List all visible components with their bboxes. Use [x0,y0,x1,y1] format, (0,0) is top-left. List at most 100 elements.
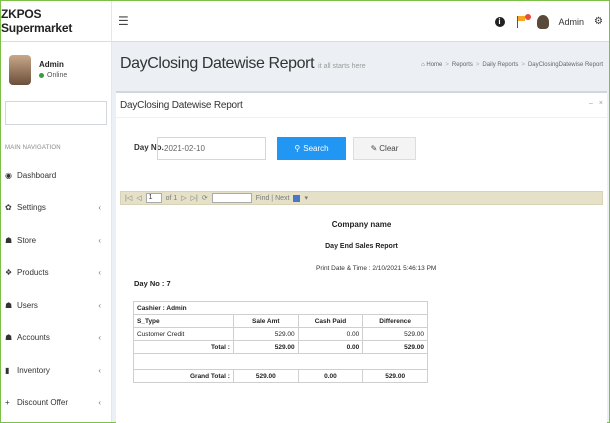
user-avatar-icon[interactable] [536,14,549,29]
sidebar-search-input[interactable] [5,101,107,125]
grand-total-sale: 529.00 [232,369,299,383]
sidebar-item-label: Discount Offer [17,398,68,408]
day-no-input[interactable]: 2021-02-10 [157,137,266,160]
clear-button-label: Clear [379,144,399,153]
sitemap-icon: ☗ [5,235,13,245]
report-day-no: Day No : 7 [134,279,171,288]
col-difference: Difference [362,314,428,328]
sidebar: Admin Online MAIN NAVIGATION ◉ Dashboard ✿… [1,42,112,422]
report-title: Day End Sales Report [325,243,398,250]
sidebar-item-store[interactable]: ☗ Store ‹ [1,224,111,257]
breadcrumb-separator: > [445,62,449,68]
cell-paid: 0.00 [297,327,364,341]
report-print-date: Print Date & Time : 2/10/2021 5:46:13 PM [316,265,437,272]
col-s-type: S_Type [133,314,234,328]
table-row: Customer Credit 529.00 0.00 529.00 [133,327,428,341]
page-title: DayClosing Datewise Report it all starts … [120,55,366,73]
page-count: of 1 [165,194,178,202]
report-table: Cashier : Admin S_Type Sale Amt Cash Pai… [133,301,428,383]
refresh-icon[interactable]: ⟳ [202,194,208,202]
search-form: Day No. 2021-02-10 ⚲ Search ✎ Clear [116,131,607,171]
prev-page-icon[interactable]: ◁ [136,194,141,202]
cell-type: Customer Credit [133,327,234,341]
gear-icon: ✿ [5,203,12,213]
dashboard-icon: ◉ [5,170,12,180]
accounts-icon: ☗ [5,333,13,343]
chevron-left-icon: ‹ [98,235,101,245]
grand-total-paid: 0.00 [297,369,364,383]
sidebar-item-dashboard[interactable]: ◉ Dashboard [1,159,111,192]
box-header: DayClosing Datewise Report [116,93,607,118]
tag-icon: ❖ [5,268,13,278]
total-paid: 0.00 [297,340,364,354]
sidebar-item-label: Products [17,268,49,278]
notification-flag-icon[interactable] [515,13,531,29]
export-save-icon[interactable] [293,194,301,202]
report-viewer-toolbar: |◁ ◁ 1 of 1 ▷ ▷| ⟳ Find | Next ▾ [120,191,603,205]
nav-list: ◉ Dashboard ✿ Settings ‹ ☗ Store ‹ ❖ Products ‹ ☗ Us… [1,159,111,419]
sidebar-item-label: Accounts [17,333,50,343]
search-icon: ⚲ [294,144,301,153]
find-input[interactable] [211,193,252,203]
sidebar-item-products[interactable]: ❖ Products ‹ [1,257,111,290]
sidebar-item-accounts[interactable]: ☗ Accounts ‹ [1,322,111,355]
navbar-right: i Admin ⚙ [494,1,603,42]
clear-icon: ✎ [370,144,378,153]
report-company: Company name [331,220,392,229]
sidebar-item-label: Settings [17,203,46,213]
close-icon[interactable]: × [599,100,603,107]
breadcrumb-item[interactable]: Daily Reports [482,62,518,68]
navbar-user-label[interactable]: Admin [559,17,585,27]
box-tools: – × [589,100,603,107]
grand-total-diff: 529.00 [362,369,428,383]
cashier-row: Cashier : Admin [133,301,428,315]
page-number-input[interactable]: 1 [145,193,162,203]
page-subtitle: it all starts here [318,63,366,70]
last-page-icon[interactable]: ▷| [191,194,198,202]
collapse-icon[interactable]: – [589,100,593,107]
cashier-cell: Cashier : Admin [133,301,428,315]
user-status: Online [39,72,67,79]
first-page-icon[interactable]: |◁ [125,194,132,202]
export-dropdown-icon[interactable]: ▾ [304,194,308,202]
spacer-row [133,353,428,370]
breadcrumb-item[interactable]: DayClosingDatewise Report [528,62,603,68]
chevron-left-icon: ‹ [98,203,101,213]
find-next-link[interactable]: Find | Next [256,195,290,202]
app-logo[interactable]: ZKPOS Supermarket [1,1,112,42]
next-page-icon[interactable]: ▷ [181,194,186,202]
breadcrumb-item[interactable]: Home [426,62,442,68]
clear-button[interactable]: ✎ Clear [353,137,416,160]
sidebar-user-name: Admin [39,60,64,69]
cell-diff: 529.00 [362,327,428,341]
chevron-left-icon: ‹ [98,333,101,343]
chevron-left-icon: ‹ [98,398,101,408]
user-status-label: Online [47,72,68,79]
sidebar-item-users[interactable]: ☗ Users ‹ [1,289,111,322]
inventory-icon: ▮ [5,365,10,375]
breadcrumb-item[interactable]: Reports [452,62,473,68]
col-cash-paid: Cash Paid [297,314,364,328]
top-navbar: ☰ i Admin ⚙ [112,1,609,42]
info-icon[interactable]: i [494,16,505,27]
sidebar-item-discount-offer[interactable]: + Discount Offer ‹ [1,387,111,420]
page-title-text: DayClosing Datewise Report [120,55,315,72]
box-title: DayClosing Datewise Report [120,99,243,111]
total-label: Total : [133,340,234,354]
total-diff: 529.00 [362,340,428,354]
hamburger-icon[interactable]: ☰ [118,14,129,28]
chevron-left-icon: ‹ [98,365,101,375]
nav-header: MAIN NAVIGATION [5,145,61,151]
cell-sale: 529.00 [232,327,299,341]
sidebar-item-label: Dashboard [17,170,57,180]
user-panel: Admin Online [1,42,111,97]
sidebar-item-inventory[interactable]: ▮ Inventory ‹ [1,354,111,387]
users-icon: ☗ [5,300,13,310]
search-button[interactable]: ⚲ Search [277,137,346,160]
total-sale: 529.00 [232,340,299,354]
sidebar-item-settings[interactable]: ✿ Settings ‹ [1,192,111,225]
settings-gear-icon[interactable]: ⚙ [594,16,603,27]
report-box: DayClosing Datewise Report – × Day No. 2… [116,91,607,423]
breadcrumb-separator: > [475,62,480,68]
grand-total-row: Grand Total : 529.00 0.00 529.00 [133,369,428,383]
